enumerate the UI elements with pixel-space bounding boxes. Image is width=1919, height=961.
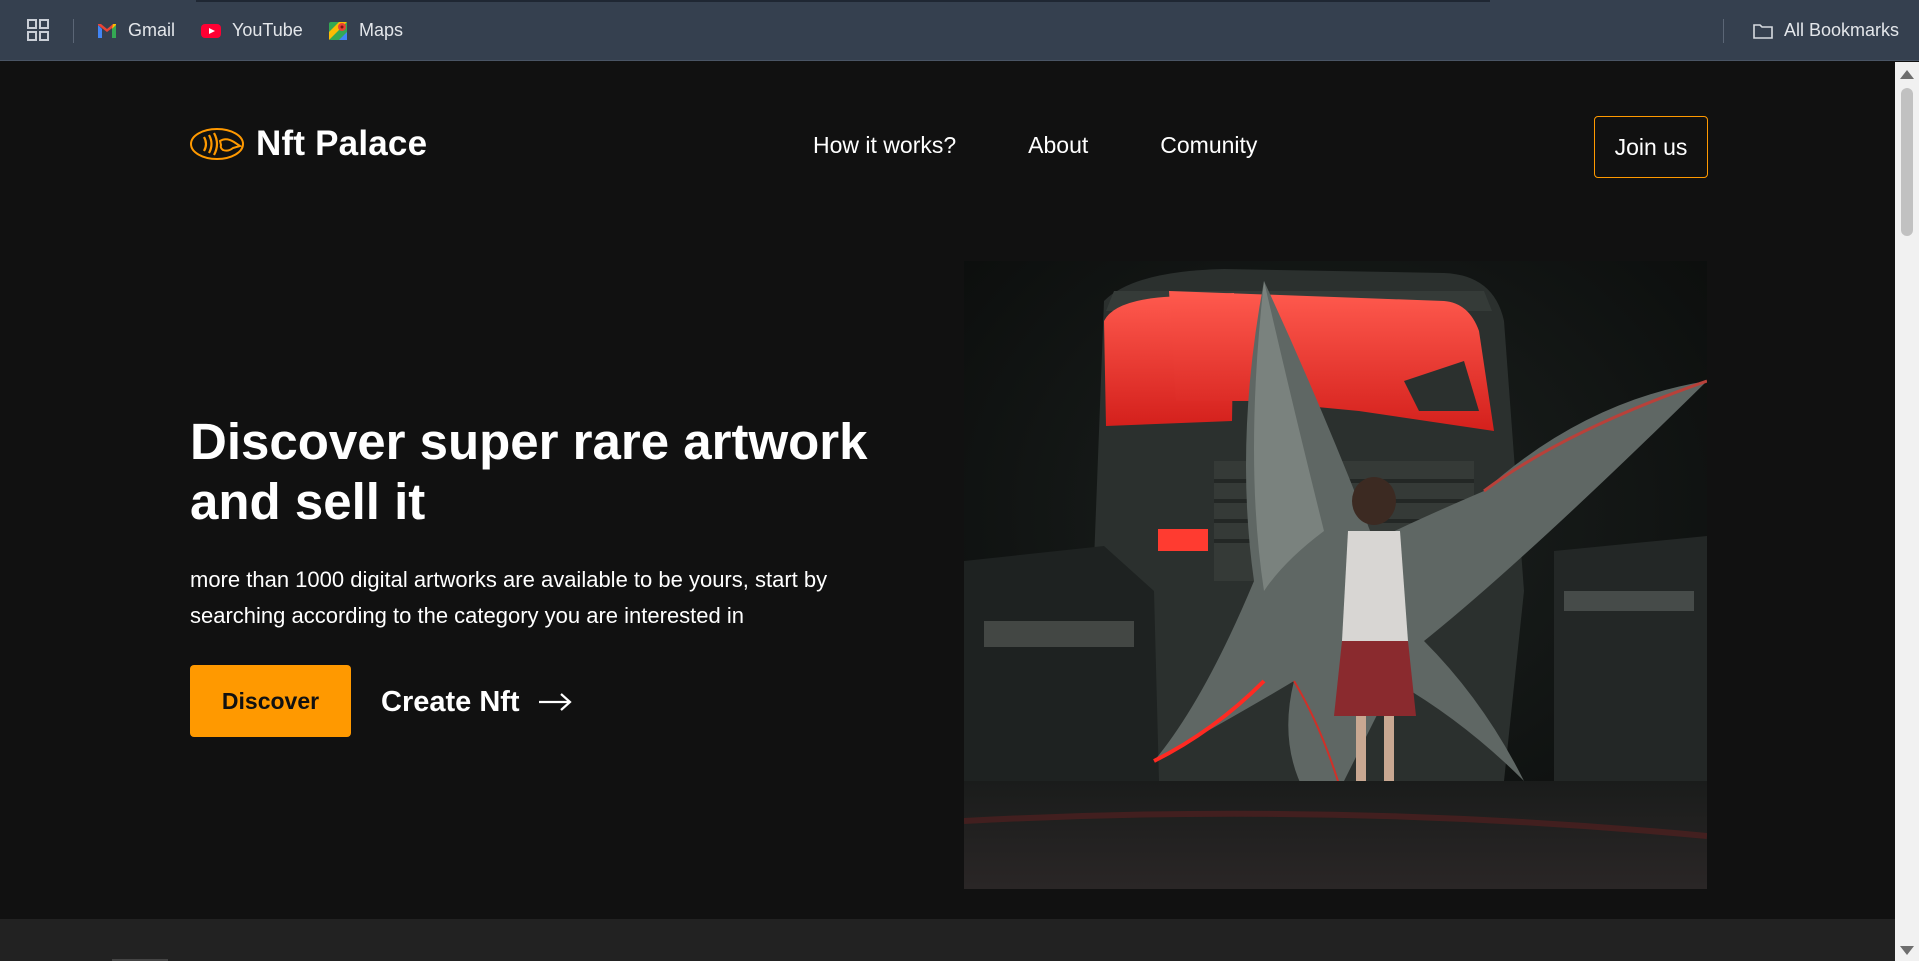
bookmark-gmail[interactable]: Gmail [96, 0, 175, 61]
hero-artwork-image [964, 261, 1707, 889]
discover-button[interactable]: Discover [190, 665, 351, 737]
nav-about[interactable]: About [1028, 132, 1088, 159]
next-section-edge [0, 919, 1895, 961]
folder-icon [1753, 23, 1773, 39]
hero-description: more than 1000 digital artworks are avai… [190, 567, 828, 628]
bookmark-maps[interactable]: Maps [327, 0, 403, 61]
gmail-icon [98, 23, 116, 38]
contactless-hand-icon [190, 128, 244, 160]
scroll-thumb[interactable] [1901, 88, 1913, 236]
bookmarks-separator [73, 19, 74, 43]
hero-title: Discover super rare artwork and sell it [190, 413, 868, 530]
main-nav: How it works? About Comunity [813, 132, 1257, 159]
bookmark-youtube[interactable]: YouTube [200, 0, 303, 61]
create-nft-link[interactable]: Create Nft [381, 680, 572, 724]
youtube-icon [201, 23, 221, 38]
bookmark-label: Maps [359, 20, 404, 40]
page-scrollbar[interactable] [1895, 62, 1919, 961]
create-nft-label: Create Nft [381, 685, 520, 718]
nav-how-it-works[interactable]: How it works? [813, 132, 956, 159]
bookmark-label: Gmail [128, 20, 176, 40]
arrow-right-icon [538, 693, 572, 711]
all-bookmarks-button[interactable]: All Bookmarks [1752, 0, 1899, 61]
join-us-button[interactable]: Join us [1594, 116, 1708, 178]
apps-grid-icon[interactable] [27, 19, 49, 41]
maps-icon [329, 21, 347, 40]
scroll-down-arrow-icon[interactable] [1900, 946, 1914, 955]
bookmarks-separator [1723, 19, 1724, 43]
nav-community[interactable]: Comunity [1160, 132, 1257, 159]
bookmarks-bar: Gmail YouTube Maps All Bookmarks [0, 0, 1919, 61]
page-viewport: Nft Palace How it works? About Comunity … [0, 62, 1895, 961]
bookmark-label: YouTube [232, 20, 303, 40]
site-logo[interactable]: Nft Palace [190, 124, 427, 164]
scroll-up-arrow-icon[interactable] [1900, 70, 1914, 79]
logo-text: Nft Palace [256, 124, 428, 163]
all-bookmarks-label: All Bookmarks [1783, 20, 1899, 40]
